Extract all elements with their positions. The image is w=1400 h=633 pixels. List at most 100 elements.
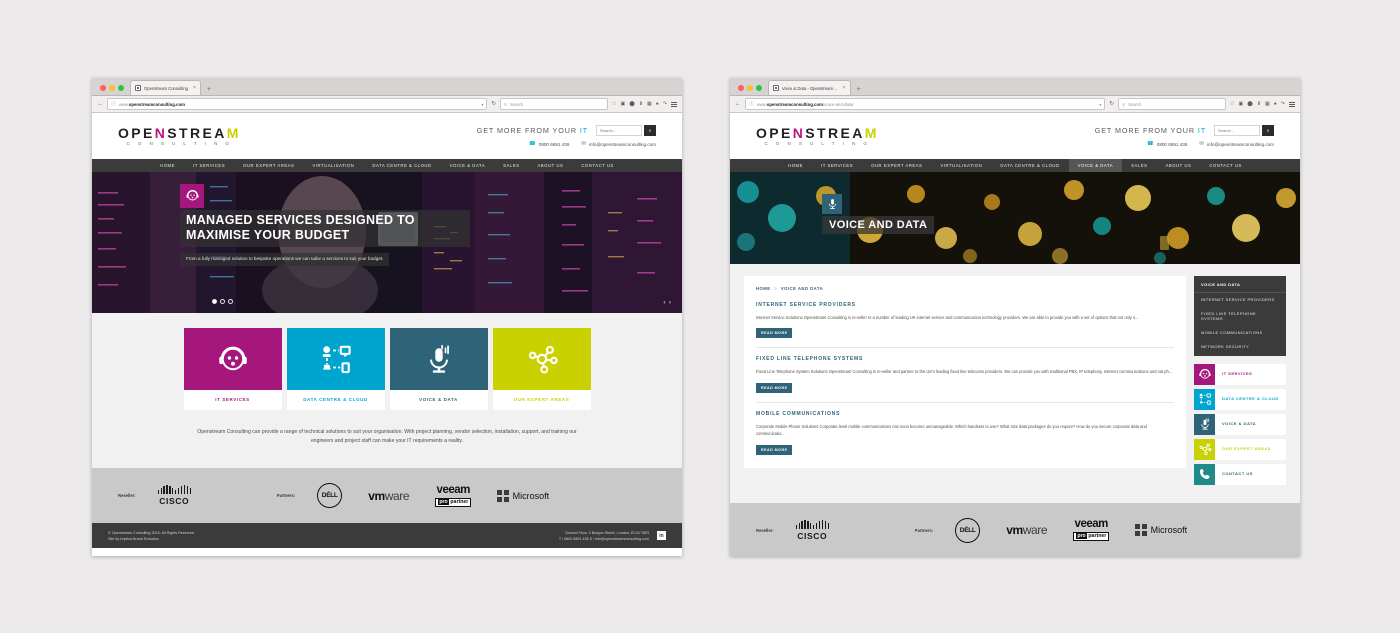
reader-icon[interactable]: ▣ [620, 101, 625, 107]
read-more-button[interactable]: READ MORE [756, 328, 793, 339]
download-icon[interactable]: ⬇ [639, 101, 643, 107]
sidebar-link-internet-service-providers[interactable]: INTERNET SERVICE PROVIDERS [1194, 293, 1286, 307]
nav-item-our-expert-areas[interactable]: OUR EXPERT AREAS [234, 159, 303, 172]
nav-item-about-us[interactable]: ABOUT US [1156, 159, 1200, 172]
search-input[interactable] [1214, 125, 1260, 136]
bookmark-star-icon[interactable]: ☆ [612, 101, 616, 107]
search-button[interactable]: ⌕ [1262, 125, 1274, 136]
header-search[interactable]: ⌕ [596, 125, 656, 136]
read-more-button[interactable]: READ MORE [756, 444, 793, 455]
site-logo[interactable]: OPENSTREAM C O N S U L T I N G [756, 126, 879, 147]
library-icon[interactable]: ▦ [1265, 101, 1270, 107]
sidebar-link-voice-and-data[interactable]: VOICE AND DATA [1194, 278, 1286, 293]
nav-item-sales[interactable]: SALES [494, 159, 528, 172]
menu-icon[interactable] [1289, 100, 1295, 107]
network-icon [1199, 393, 1211, 405]
maximize-window-button[interactable] [118, 85, 124, 91]
address-bar[interactable]: ⓘ www.openstreamconsulting.com/voice-and… [745, 98, 1106, 110]
reader-icon[interactable]: ▣ [1238, 101, 1243, 107]
browser-search-input[interactable]: ⚲ Search [500, 98, 608, 110]
nav-item-our-expert-areas[interactable]: OUR EXPERT AREAS [862, 159, 931, 172]
partners-bar: Reseller: CISCO Partners: DÉLL vmware veeam pr… [92, 468, 682, 524]
close-window-button[interactable] [738, 85, 744, 91]
shield-icon[interactable]: ⬤ [1247, 101, 1253, 107]
tab-close-icon[interactable]: × [193, 85, 196, 91]
favicon-icon [773, 85, 779, 91]
close-window-button[interactable] [100, 85, 106, 91]
footer-credit[interactable]: Site by Implica Brand Evolution [108, 536, 194, 542]
sync-icon[interactable]: ↷ [663, 101, 667, 107]
nav-item-sales[interactable]: SALES [1122, 159, 1156, 172]
nav-item-it-services[interactable]: IT SERVICES [812, 159, 862, 172]
site-header: OPENSTREAM C O N S U L T I N G GET MORE … [92, 113, 682, 159]
sidebar-link-network-security[interactable]: NETWORK SECURITY [1194, 340, 1286, 354]
site-logo[interactable]: OPENSTREAM C O N S U L T I N G [118, 126, 241, 147]
reload-icon[interactable]: ↻ [1109, 101, 1114, 107]
minimize-window-button[interactable] [109, 85, 115, 91]
sidebar-button-data-centre-cloud[interactable]: DATA CENTRE & CLOUD [1194, 388, 1286, 410]
breadcrumb-home[interactable]: HOME [756, 286, 771, 291]
sidebar-link-fixed-line-telephone-systems[interactable]: FIXED LINE TELEPHONE SYSTEMS [1194, 307, 1286, 326]
nav-item-voice-data[interactable]: VOICE & DATA [1068, 158, 1123, 172]
library-icon[interactable]: ▦ [647, 101, 652, 107]
linkedin-icon[interactable]: in [657, 531, 666, 541]
sidebar-button-it-services[interactable]: IT SERVICES [1194, 363, 1286, 385]
service-tile-voice-data[interactable]: VOICE & DATA [389, 327, 488, 410]
hero-dot-2[interactable] [220, 298, 225, 304]
reload-icon[interactable]: ↻ [491, 101, 496, 107]
sync-icon[interactable]: ↷ [1281, 101, 1285, 107]
nav-item-data-centre-cloud[interactable]: DATA CENTRE & CLOUD [363, 159, 440, 172]
footer-contact: T / 0800 6891 436 E / info@openstreamcon… [558, 536, 649, 541]
nav-item-home[interactable]: HOME [151, 159, 184, 172]
sidebar-button-our-expert-areas[interactable]: OUR EXPERT AREAS [1194, 438, 1286, 460]
shield-icon[interactable]: ⬤ [629, 101, 635, 107]
header-email[interactable]: ✉ info@openstreamconsulting.com [1199, 141, 1274, 148]
prev-slide-icon[interactable]: ‹ [663, 300, 666, 306]
hero-dot-1[interactable] [212, 298, 217, 304]
sidebar-button-contact-us[interactable]: CONTACT US [1194, 463, 1286, 485]
hero-slider-dots[interactable] [212, 298, 233, 304]
sidebar-button-voice-data[interactable]: VOICE & DATA [1194, 413, 1286, 435]
service-tile-our-expert-areas[interactable]: OUR EXPERT AREAS [492, 327, 591, 410]
service-tile-data-centre-cloud[interactable]: DATA CENTRE & CLOUD [286, 327, 385, 410]
tab-close-icon[interactable]: × [843, 85, 846, 91]
chevron-down-icon[interactable]: ▾ [1099, 102, 1101, 107]
browser-tab[interactable]: Voice & Data - Openstream ... × [768, 80, 851, 95]
nav-item-voice-data[interactable]: VOICE & DATA [441, 159, 494, 172]
search-input[interactable] [596, 125, 642, 136]
service-tile-it-services[interactable]: IT SERVICES [183, 327, 282, 410]
header-phone[interactable]: ☎ 0800 6891 436 [1147, 141, 1188, 148]
hero-dot-3[interactable] [228, 298, 233, 304]
hero-slider-arrows[interactable]: ‹ › [663, 300, 672, 306]
search-button[interactable]: ⌕ [644, 125, 656, 136]
new-tab-button[interactable]: + [207, 86, 211, 93]
next-slide-icon[interactable]: › [669, 300, 672, 306]
account-icon[interactable]: ● [1274, 101, 1277, 107]
nav-item-it-services[interactable]: IT SERVICES [184, 159, 234, 172]
nav-item-virtualisation[interactable]: VIRTUALISATION [931, 159, 991, 172]
chevron-down-icon[interactable]: ▾ [481, 102, 483, 107]
header-search[interactable]: ⌕ [1214, 125, 1274, 136]
nav-item-about-us[interactable]: ABOUT US [528, 159, 572, 172]
browser-tab[interactable]: Openstream Consulting × [130, 80, 201, 95]
browser-search-input[interactable]: ⚲ Search [1118, 98, 1226, 110]
nav-item-contact-us[interactable]: CONTACT US [1200, 159, 1251, 172]
nav-item-contact-us[interactable]: CONTACT US [572, 159, 623, 172]
account-icon[interactable]: ● [656, 101, 659, 107]
address-bar[interactable]: ⓘ www.openstreamconsulting.com ▾ [107, 98, 488, 110]
header-phone[interactable]: ☎ 0800 6891 436 [529, 141, 570, 148]
nav-item-data-centre-cloud[interactable]: DATA CENTRE & CLOUD [991, 159, 1068, 172]
back-icon[interactable]: ← [97, 101, 103, 107]
maximize-window-button[interactable] [756, 85, 762, 91]
download-icon[interactable]: ⬇ [1257, 101, 1261, 107]
new-tab-button[interactable]: + [857, 86, 861, 93]
back-icon[interactable]: ← [735, 101, 741, 107]
sidebar-link-mobile-communications[interactable]: MOBILE COMMUNICATIONS [1194, 326, 1286, 340]
minimize-window-button[interactable] [747, 85, 753, 91]
menu-icon[interactable] [671, 100, 677, 107]
header-email[interactable]: ✉ info@openstreamconsulting.com [581, 141, 656, 148]
nav-item-home[interactable]: HOME [779, 159, 812, 172]
nav-item-virtualisation[interactable]: VIRTUALISATION [303, 159, 363, 172]
read-more-button[interactable]: READ MORE [756, 382, 793, 393]
bookmark-star-icon[interactable]: ☆ [1230, 101, 1234, 107]
